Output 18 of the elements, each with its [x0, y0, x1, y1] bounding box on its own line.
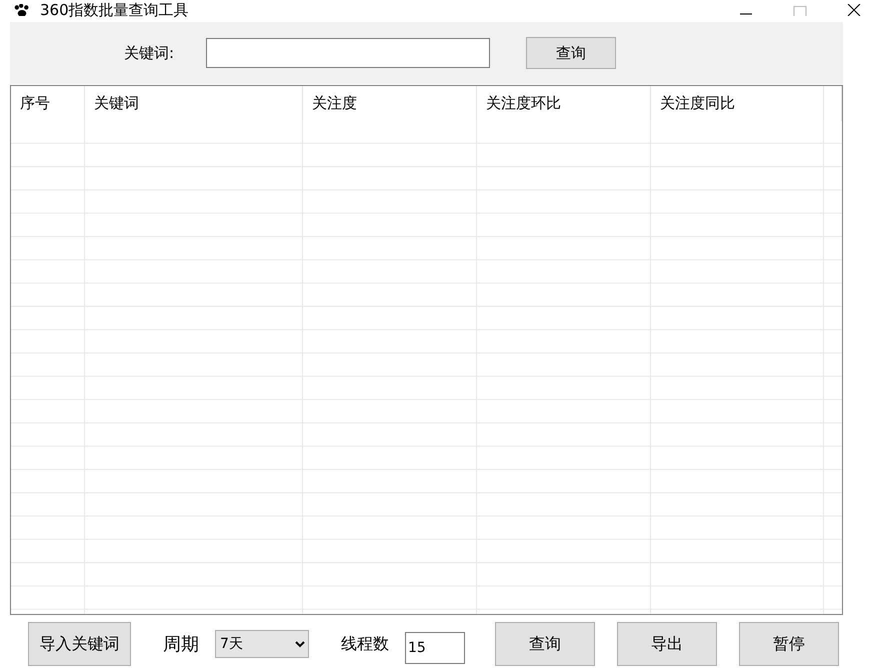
export-button[interactable]: 导出 [617, 622, 717, 666]
close-icon[interactable] [847, 4, 861, 16]
threads-label: 线程数 [341, 634, 389, 654]
column-header[interactable]: 关注度同比 [651, 86, 824, 121]
period-label: 周期 [163, 633, 199, 656]
column-header[interactable]: 关键词 [85, 86, 303, 121]
column-header[interactable]: 关注度环比 [477, 86, 651, 121]
threads-field[interactable]: 15 [405, 632, 465, 664]
query-button[interactable]: 查询 [495, 622, 595, 666]
keyword-field[interactable] [206, 38, 490, 68]
window-title: 360指数批量查询工具 [40, 0, 189, 20]
keyword-label: 关键词: [124, 44, 176, 62]
column-header[interactable]: 关注度 [303, 86, 477, 121]
pause-button[interactable]: 暂停 [739, 622, 839, 666]
column-header[interactable]: 序号 [11, 86, 85, 121]
import-keywords-button[interactable]: 导入关键词 [28, 622, 131, 666]
search-button[interactable]: 查询 [526, 37, 616, 69]
period-dropdown[interactable]: 7天 [215, 630, 309, 658]
